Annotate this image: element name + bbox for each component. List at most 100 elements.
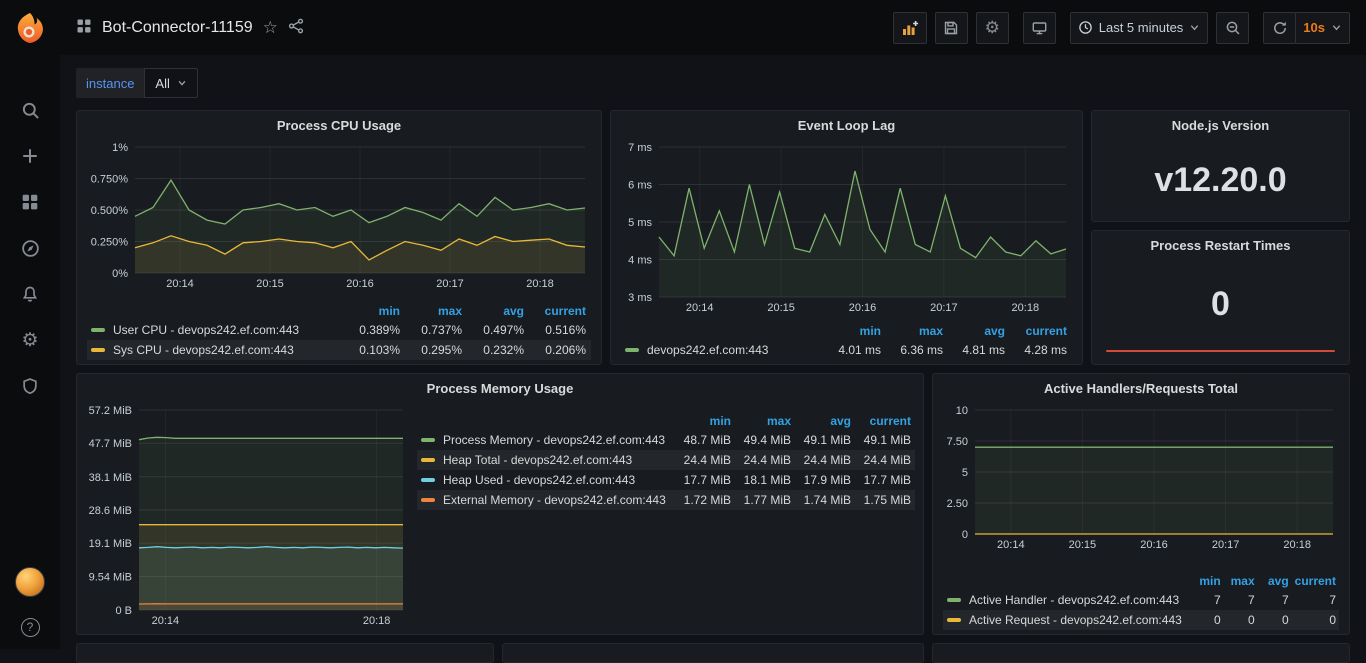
time-range-label: Last 5 minutes	[1099, 20, 1184, 35]
svg-text:38.1 MiB: 38.1 MiB	[89, 472, 132, 484]
svg-text:20:16: 20:16	[849, 302, 877, 314]
legend-header-min: min	[343, 302, 405, 320]
series-name[interactable]: Active Handler - devops242.ef.com:443	[969, 593, 1179, 607]
legend-header-current: current	[855, 412, 915, 430]
svg-text:0 B: 0 B	[115, 605, 132, 617]
svg-text:2.50: 2.50	[947, 498, 968, 510]
user-avatar[interactable]	[15, 567, 45, 597]
svg-text:10: 10	[956, 405, 968, 417]
panel-title[interactable]: Process CPU Usage	[77, 111, 601, 139]
refresh-interval-dropdown[interactable]: 10s	[1295, 12, 1350, 44]
series-name[interactable]: Active Request - devops242.ef.com:443	[969, 613, 1182, 627]
help-icon[interactable]: ?	[20, 617, 40, 637]
legend-value: 0	[1190, 610, 1224, 630]
share-icon[interactable]	[288, 18, 304, 37]
panel-title[interactable]: Active Handlers/Requests Total	[933, 374, 1349, 402]
legend-value: 1.74 MiB	[795, 490, 855, 510]
legend-value: 4.28 ms	[1010, 340, 1072, 360]
grafana-logo[interactable]	[0, 0, 60, 55]
legend-value: 7	[1224, 590, 1258, 610]
svg-text:20:14: 20:14	[152, 615, 180, 627]
series-name[interactable]: Sys CPU - devops242.ef.com:443	[113, 343, 294, 357]
star-icon[interactable]: ☆	[263, 19, 278, 36]
memory-graph[interactable]: 57.2 MiB47.7 MiB38.1 MiB28.6 MiB19.1 MiB…	[81, 402, 413, 628]
dashboard-area: instance All Process CPU Usage 1%0.750%0…	[0, 0, 1366, 649]
legend-value: 24.4 MiB	[855, 450, 915, 470]
panel-title[interactable]: Event Loop Lag	[611, 111, 1082, 139]
restart-times-value: 0	[1092, 259, 1349, 364]
svg-text:0.500%: 0.500%	[91, 205, 129, 217]
chevron-down-icon	[1331, 22, 1342, 33]
alerting-bell-icon[interactable]	[20, 284, 40, 304]
series-name[interactable]: devops242.ef.com:443	[647, 343, 768, 357]
nodejs-version-value: v12.20.0	[1092, 139, 1349, 221]
active-graph[interactable]: 107.5052.50020:1420:1520:1620:1720:18	[939, 402, 1343, 552]
legend-header-current: current	[1292, 572, 1339, 590]
legend-header-avg: avg	[1258, 572, 1292, 590]
legend-header-current: current	[1010, 322, 1072, 340]
search-icon[interactable]	[20, 100, 40, 120]
chevron-down-icon	[1189, 22, 1200, 33]
gear-icon: ⚙	[985, 19, 1000, 36]
svg-text:20:16: 20:16	[1140, 539, 1168, 551]
legend-value: 49.1 MiB	[795, 430, 855, 450]
cpu-legend: min max avg current User CPU - devops242…	[77, 302, 601, 364]
legend-value: 6.36 ms	[886, 340, 948, 360]
panel-title[interactable]: Process Memory Usage	[77, 374, 923, 402]
active-legend: min max avg current Active Handler - dev…	[933, 572, 1349, 634]
dashboard-title[interactable]: Bot-Connector-11159	[102, 19, 253, 37]
svg-text:4 ms: 4 ms	[628, 255, 652, 267]
cycle-view-mode-button[interactable]	[1023, 12, 1056, 44]
dashboard-grid-icon	[76, 18, 92, 37]
sidebar: ⚙ ?	[0, 0, 60, 649]
legend-value: 24.4 MiB	[735, 450, 795, 470]
legend-value: 0.497%	[467, 320, 529, 340]
server-admin-shield-icon[interactable]	[20, 376, 40, 396]
series-name[interactable]: Heap Used - devops242.ef.com:443	[443, 473, 635, 487]
legend-header-min: min	[675, 412, 735, 430]
legend-value: 17.7 MiB	[675, 470, 735, 490]
legend-header-current: current	[529, 302, 591, 320]
refresh-button[interactable]	[1263, 12, 1296, 44]
svg-text:20:16: 20:16	[346, 278, 374, 290]
panel-nodejs-version: Node.js Version v12.20.0	[1091, 110, 1350, 222]
cpu-graph[interactable]: 1%0.750%0.500%0.250%0%20:1420:1520:1620:…	[83, 139, 595, 291]
panel-title[interactable]: Process Restart Times	[1092, 231, 1349, 259]
legend-value: 0	[1258, 610, 1292, 630]
series-name[interactable]: Heap Total - devops242.ef.com:443	[443, 453, 632, 467]
variable-value-dropdown[interactable]: All	[144, 68, 197, 98]
panel-active-handlers-requests: Active Handlers/Requests Total 107.5052.…	[932, 373, 1350, 635]
dashboards-icon[interactable]	[20, 192, 40, 212]
legend-value: 0.103%	[343, 340, 405, 360]
panel-title[interactable]: Node.js Version	[1092, 111, 1349, 139]
legend-value: 7	[1190, 590, 1224, 610]
refresh-icon	[1272, 20, 1288, 36]
svg-text:20:18: 20:18	[363, 615, 391, 627]
lag-graph[interactable]: 7 ms6 ms5 ms4 ms3 ms20:1420:1520:1620:17…	[617, 139, 1076, 315]
zoom-out-time-button[interactable]	[1216, 12, 1249, 44]
legend-value: 0.206%	[529, 340, 591, 360]
svg-text:20:14: 20:14	[997, 539, 1025, 551]
dashboard-settings-button[interactable]: ⚙	[976, 12, 1009, 44]
svg-text:0%: 0%	[112, 268, 128, 280]
svg-text:0.250%: 0.250%	[91, 237, 129, 249]
time-range-picker[interactable]: Last 5 minutes	[1070, 12, 1209, 44]
legend-header-min: min	[824, 322, 886, 340]
legend-value: 0.232%	[467, 340, 529, 360]
svg-text:20:15: 20:15	[1069, 539, 1097, 551]
monitor-icon	[1031, 20, 1048, 36]
partial-panel	[502, 643, 924, 663]
create-plus-icon[interactable]	[20, 146, 40, 166]
svg-text:20:18: 20:18	[526, 278, 554, 290]
partial-panel	[932, 643, 1350, 663]
legend-row: devops242.ef.com:443 4.01 ms 6.36 ms 4.8…	[621, 340, 1072, 360]
explore-compass-icon[interactable]	[20, 238, 40, 258]
series-name[interactable]: Process Memory - devops242.ef.com:443	[443, 433, 665, 447]
configuration-gear-icon[interactable]: ⚙	[20, 330, 40, 350]
series-name[interactable]: User CPU - devops242.ef.com:443	[113, 323, 299, 337]
add-panel-button[interactable]	[893, 12, 927, 44]
save-dashboard-button[interactable]	[935, 12, 968, 44]
svg-text:5 ms: 5 ms	[628, 217, 652, 229]
series-name[interactable]: External Memory - devops242.ef.com:443	[443, 493, 666, 507]
series-swatch	[421, 498, 435, 502]
